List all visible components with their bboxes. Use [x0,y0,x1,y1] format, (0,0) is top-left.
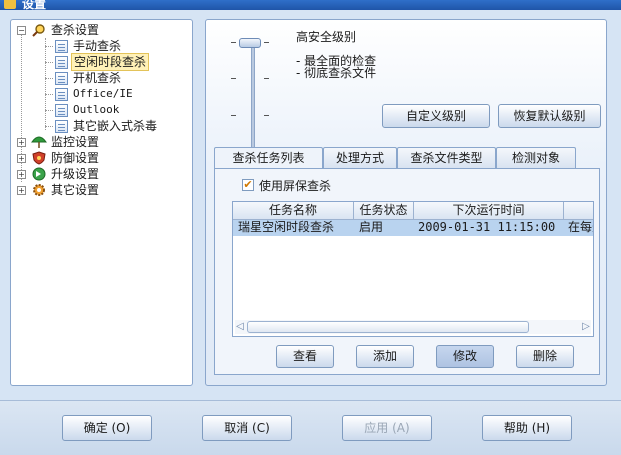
cell-extra: 在每天 [568,220,593,234]
scroll-right-icon[interactable]: ▷ [581,321,591,333]
page-icon [55,40,68,53]
tree-item-other-embedded[interactable]: 其它嵌入式杀毒 [17,118,187,134]
tree-item-other-settings[interactable]: + 其它设置 [17,182,187,198]
page-icon [55,120,68,133]
expand-icon[interactable]: + [17,154,26,163]
apply-button[interactable]: 应用 (A) [342,415,432,441]
slider-tick [231,42,236,43]
delete-task-button[interactable]: 删除 [516,345,574,368]
security-level-title: 高安全级别 [296,30,357,44]
slider-tick [231,78,236,79]
scroll-left-icon[interactable]: ◁ [235,321,245,333]
cell-task-name: 瑞星空闲时段查杀 [238,220,335,234]
scrollbar-thumb[interactable] [247,321,529,333]
tree-item-update-settings[interactable]: + 升级设置 [17,166,187,182]
collapse-icon[interactable]: − [17,26,26,35]
tree-item-manual-scan[interactable]: 手动查杀 [17,38,187,54]
window-title: 设置 [22,0,47,10]
page-icon [55,72,68,85]
custom-level-button[interactable]: 自定义级别 [382,104,490,128]
title-bar: 设置 [0,0,621,10]
settings-tree: − 查杀设置 手动查杀 空闲时段查杀 开机查杀 Office/IE Outloo… [17,22,187,198]
ok-button[interactable]: 确定 (O) [62,415,152,441]
app-icon [4,0,16,9]
page-icon [55,56,68,69]
screensaver-scan-checkbox[interactable]: ✔ [242,179,254,191]
screensaver-scan-label: 使用屏保查杀 [259,179,332,193]
slider-tick [231,115,236,116]
scan-task-list-panel: ✔ 使用屏保查杀 任务名称 任务状态 下次运行时间 1 瑞星空闲时段查杀 启用 … [214,168,600,375]
task-table: 任务名称 任务状态 下次运行时间 1 瑞星空闲时段查杀 启用 2009-01-3… [232,201,594,337]
gear-icon [31,183,47,197]
page-icon [55,88,68,101]
tree-item-idle-scan[interactable]: 空闲时段查杀 [17,53,187,71]
restore-default-level-button[interactable]: 恢复默认级别 [498,104,601,128]
slider-tick [264,42,269,43]
magnifier-icon [31,23,47,37]
expand-icon[interactable]: + [17,170,26,179]
tree-item-outlook[interactable]: Outlook [17,102,187,118]
expand-icon[interactable]: + [17,138,26,147]
tab-detection-objects[interactable]: 检测对象 [496,147,576,168]
settings-detail-panel: 高安全级别 - 最全面的检查 - 彻底查杀文件 自定义级别 恢复默认级别 查杀任… [205,19,607,386]
tab-handling-method[interactable]: 处理方式 [323,147,397,168]
slider-tick [264,115,269,116]
security-level-slider[interactable] [251,40,255,148]
cell-task-status: 启用 [359,220,384,234]
tree-item-defense-settings[interactable]: + 防御设置 [17,150,187,166]
tree-item-scan-settings[interactable]: − 查杀设置 [17,22,187,38]
security-level-slider-thumb[interactable] [239,38,261,48]
column-header-extra[interactable]: 1 [564,202,593,220]
cell-next-run: 2009-01-31 11:15:00 [418,220,556,234]
column-header-next-run[interactable]: 下次运行时间 [414,202,564,220]
settings-tree-panel: − 查杀设置 手动查杀 空闲时段查杀 开机查杀 Office/IE Outloo… [10,19,193,386]
cancel-button[interactable]: 取消 (C) [202,415,292,441]
tab-scan-task-list[interactable]: 查杀任务列表 [214,147,323,169]
tab-scan-file-types[interactable]: 查杀文件类型 [397,147,496,168]
help-button[interactable]: 帮助 (H) [482,415,572,441]
task-table-header: 任务名称 任务状态 下次运行时间 1 [233,202,593,220]
expand-icon[interactable]: + [17,186,26,195]
column-header-task-name[interactable]: 任务名称 [233,202,354,220]
edit-task-button[interactable]: 修改 [436,345,494,368]
tree-item-boot-scan[interactable]: 开机查杀 [17,70,187,86]
globe-icon [31,167,47,181]
slider-tick [264,78,269,79]
tree-item-monitor-settings[interactable]: + 监控设置 [17,134,187,150]
security-level-desc: - 彻底查杀文件 [296,66,377,80]
view-task-button[interactable]: 查看 [276,345,334,368]
tree-item-office-ie[interactable]: Office/IE [17,86,187,102]
page-icon [55,104,68,117]
table-row[interactable]: 瑞星空闲时段查杀 启用 2009-01-31 11:15:00 在每天 [233,220,593,236]
column-header-task-status[interactable]: 任务状态 [354,202,414,220]
add-task-button[interactable]: 添加 [356,345,414,368]
shield-icon [31,151,47,165]
umbrella-icon [31,135,47,149]
horizontal-scrollbar[interactable]: ◁ ▷ [235,320,591,334]
dialog-button-bar: 确定 (O) 取消 (C) 应用 (A) 帮助 (H) [0,400,621,455]
